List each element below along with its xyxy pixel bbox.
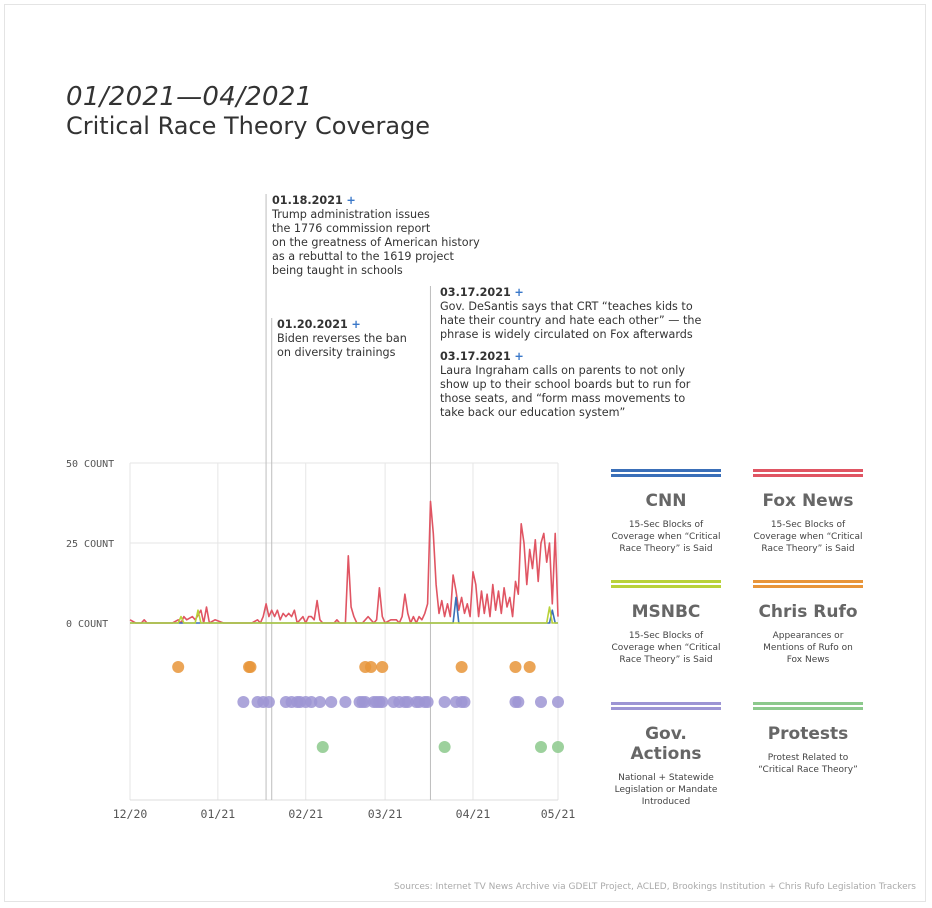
dot-chris-rufo — [172, 661, 185, 673]
dot-chris-rufo — [523, 661, 536, 673]
legend-msnbc[interactable]: MSNBC 15-Sec Blocks of Coverage when “Cr… — [611, 580, 721, 666]
legend-desc: 15-Sec Blocks of Coverage when “Critical… — [611, 631, 721, 665]
x-tick-label: 05/21 — [541, 807, 576, 821]
source-note: Sources: Internet TV News Archive via GD… — [394, 882, 916, 892]
legend-fox-news[interactable]: Fox News 15-Sec Blocks of Coverage when … — [753, 469, 863, 555]
dot-chris-rufo — [364, 661, 377, 673]
legend-name: Gov. Actions — [630, 724, 702, 764]
series-line-fox-news — [129, 500, 559, 624]
y-tick-label: 0 COUNT — [66, 619, 108, 630]
legend-name: Fox News — [762, 491, 854, 511]
legend-swatch — [753, 469, 863, 477]
legend-protests[interactable]: Protests Protest Related to “Critical Ra… — [753, 702, 863, 776]
legend-desc: 15-Sec Blocks of Coverage when “Critical… — [611, 520, 721, 554]
dot-gov-actions — [438, 696, 451, 708]
legend-chris-rufo[interactable]: Chris Rufo Appearances or Mentions of Ru… — [753, 580, 863, 666]
dot-protests — [552, 741, 564, 753]
dot-gov-actions — [458, 696, 471, 708]
dot-protests — [534, 741, 547, 753]
legend-name: CNN — [645, 491, 687, 511]
legend-swatch — [753, 580, 863, 588]
dot-gov-actions — [313, 696, 326, 708]
dot-gov-actions — [325, 696, 338, 708]
x-tick-label: 12/20 — [113, 807, 148, 821]
legend-name: Chris Rufo — [758, 602, 858, 622]
legend-swatch — [611, 469, 721, 477]
series-line-msnbc — [130, 606, 558, 624]
dot-gov-actions — [376, 696, 389, 708]
legend-name: MSNBC — [631, 602, 701, 622]
dot-gov-actions — [262, 696, 275, 708]
dot-chris-rufo — [509, 661, 522, 673]
dot-gov-actions — [552, 696, 564, 708]
legend-swatch — [611, 580, 721, 588]
dot-gov-actions — [421, 696, 434, 708]
dot-chris-rufo — [376, 661, 389, 673]
legend-gov-actions[interactable]: Gov. Actions National + Statewide Legisl… — [611, 702, 721, 808]
legend-swatch — [611, 702, 721, 710]
dot-chris-rufo — [455, 661, 468, 673]
dot-chris-rufo — [244, 661, 257, 673]
dot-gov-actions — [534, 696, 547, 708]
x-tick-label: 04/21 — [456, 807, 491, 821]
legend-desc: Protest Related to “Critical Race Theory… — [758, 753, 858, 775]
y-tick-label: 25 COUNT — [66, 539, 114, 550]
y-tick-label: 50 COUNT — [66, 459, 114, 470]
x-tick-label: 02/21 — [288, 807, 323, 821]
legend-desc: 15-Sec Blocks of Coverage when “Critical… — [753, 520, 863, 554]
legend-desc: National + Statewide Legislation or Mand… — [614, 773, 718, 807]
legend-desc: Appearances or Mentions of Rufo on Fox N… — [763, 631, 853, 665]
legend-name: Protests — [767, 724, 849, 744]
dot-gov-actions — [512, 696, 525, 708]
dot-gov-actions — [339, 696, 352, 708]
legend-cnn[interactable]: CNN 15-Sec Blocks of Coverage when “Crit… — [611, 469, 721, 555]
dot-protests — [316, 741, 329, 753]
dot-gov-actions — [237, 696, 250, 708]
dot-protests — [438, 741, 451, 753]
x-tick-label: 01/21 — [201, 807, 236, 821]
legend-swatch — [753, 702, 863, 710]
x-tick-label: 03/21 — [368, 807, 403, 821]
